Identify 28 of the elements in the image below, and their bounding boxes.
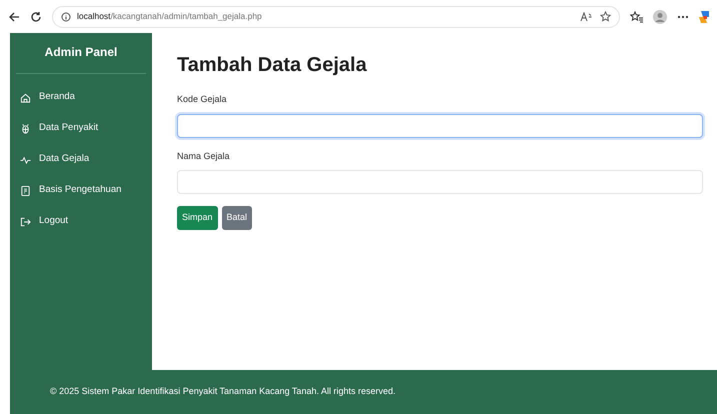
sidebar-item[interactable]: Data Gejala (10, 144, 152, 175)
field-label: Nama Gejala (177, 150, 231, 163)
sidebar-item[interactable]: Data Penyakit (10, 113, 152, 144)
info-icon[interactable] (61, 12, 71, 22)
page-title: Tambah Data Gejala (177, 53, 368, 77)
profile-icon[interactable] (653, 10, 667, 24)
read-aloud-icon[interactable] (580, 12, 592, 22)
save-button[interactable]: Simpan (177, 206, 218, 230)
star-icon[interactable] (600, 11, 611, 22)
address-bar[interactable]: localhost/kacangtanah/admin/tambah_gejala.php (52, 6, 620, 28)
url-text: localhost/kacangtanah/admin/tambah_gejala.php (77, 10, 262, 23)
home-icon (20, 92, 31, 104)
field-label: Kode Gejala (177, 93, 228, 106)
more-icon[interactable] (677, 14, 689, 18)
sidebar-item[interactable]: Basis Pengetahuan (10, 175, 152, 206)
copilot-icon[interactable] (699, 10, 709, 24)
back-icon[interactable] (8, 10, 20, 22)
cancel-button[interactable]: Batal (222, 206, 252, 230)
document-icon (20, 184, 31, 196)
reload-icon[interactable] (30, 10, 42, 22)
favorites-icon[interactable] (630, 10, 643, 22)
logout-icon (20, 216, 31, 228)
sidebar-item[interactable]: Beranda (10, 82, 152, 113)
footer-text: © 2025 Sistem Pakar Identifikasi Penyakit Tanaman Kacang Tanah. All rights reserved. (50, 385, 396, 398)
sidebar-item[interactable]: Logout (10, 206, 152, 237)
sidebar-title: Admin Panel (16, 33, 146, 74)
input-field[interactable] (177, 114, 703, 138)
bug-icon (20, 122, 31, 134)
